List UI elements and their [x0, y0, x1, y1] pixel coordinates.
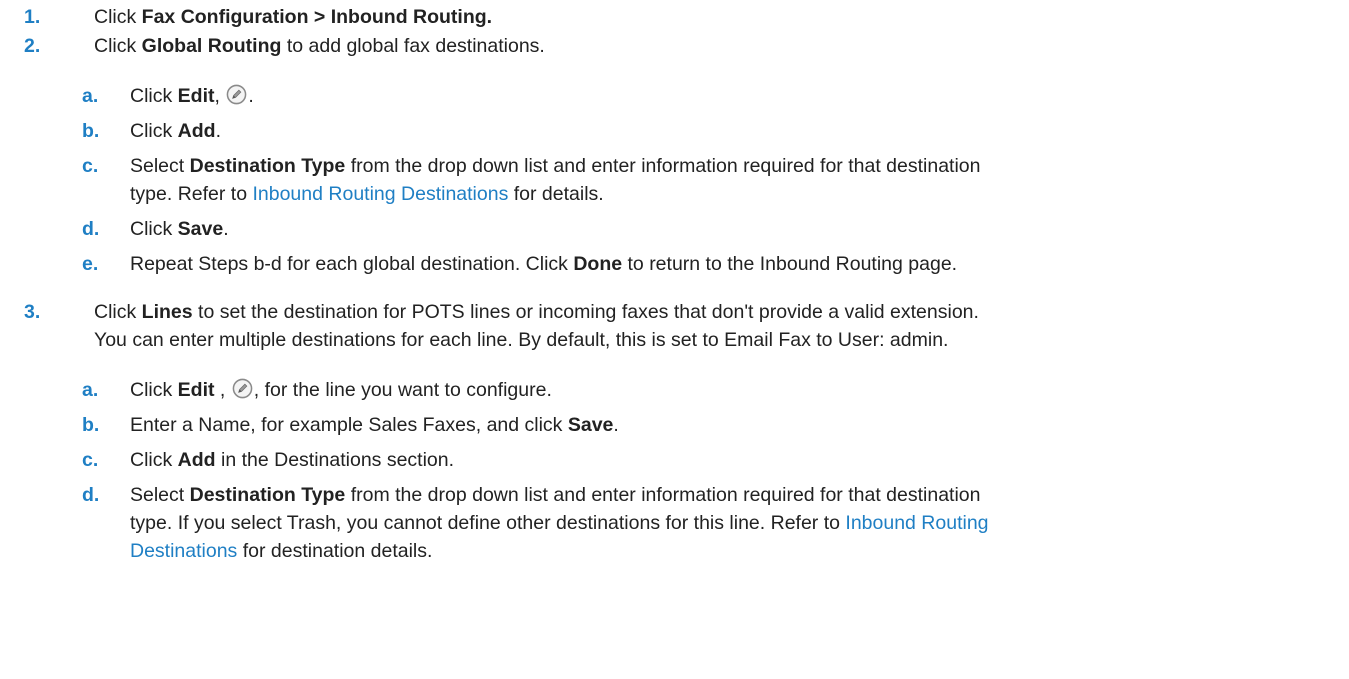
substep-letter: a.: [82, 379, 99, 401]
substep-text: Click Add in the Destinations section.: [130, 449, 455, 471]
substep-text: Select Destination Type from the drop do…: [130, 155, 981, 205]
step-3: 3. Click Lines to set the destination fo…: [0, 298, 1349, 354]
substep-3a: a. Click Edit , , for the line you want …: [0, 376, 1349, 404]
substep-letter: d.: [82, 484, 100, 506]
substep-2e: e. Repeat Steps b-d for each global dest…: [0, 250, 1349, 278]
substep-text: Click Edit , , for the line you want to …: [130, 378, 552, 401]
substep-3d: d. Select Destination Type from the drop…: [0, 481, 1349, 565]
menu-path: Fax Configuration > Inbound Routing.: [141, 6, 493, 28]
substep-letter: e.: [82, 253, 99, 275]
substep-2d: d. Click Save.: [0, 215, 1349, 243]
substep-letter: c.: [82, 155, 99, 177]
step-text: Click Global Routing to add global fax d…: [94, 35, 545, 57]
substep-3c: c. Click Add in the Destinations section…: [0, 446, 1349, 474]
substep-text: Enter a Name, for example Sales Faxes, a…: [130, 414, 619, 436]
step-number: 2.: [24, 35, 41, 57]
substep-text: Click Edit, .: [130, 84, 254, 107]
step-1: 1. Click Fax Configuration > Inbound Rou…: [0, 3, 1349, 31]
substep-2c: c. Select Destination Type from the drop…: [0, 152, 1349, 208]
edit-icon: [232, 378, 253, 399]
step-number: 3.: [24, 301, 41, 323]
step-text: Click Fax Configuration > Inbound Routin…: [94, 6, 493, 28]
substep-letter: b.: [82, 414, 100, 436]
step-2: 2. Click Global Routing to add global fa…: [0, 32, 1349, 60]
substep-2a: a. Click Edit, .: [0, 82, 1349, 110]
step-text: Click Lines to set the destination for P…: [94, 301, 979, 351]
substep-text: Select Destination Type from the drop do…: [130, 484, 989, 562]
inbound-routing-destinations-link[interactable]: Inbound Routing Destinations: [252, 183, 508, 205]
inbound-routing-destinations-link[interactable]: Inbound Routing: [845, 512, 988, 534]
substep-text: Click Save.: [130, 218, 229, 240]
substep-letter: d.: [82, 218, 100, 240]
substep-letter: a.: [82, 85, 99, 107]
substep-3b: b. Enter a Name, for example Sales Faxes…: [0, 411, 1349, 439]
substep-text: Click Add.: [130, 120, 221, 142]
edit-icon: [226, 84, 247, 105]
substep-letter: b.: [82, 120, 100, 142]
substep-letter: c.: [82, 449, 99, 471]
step-number: 1.: [24, 6, 41, 28]
substep-2b: b. Click Add.: [0, 117, 1349, 145]
inbound-routing-destinations-link-cont[interactable]: Destinations: [130, 540, 237, 562]
substep-text: Repeat Steps b-d for each global destina…: [130, 253, 958, 275]
instruction-document: 1. Click Fax Configuration > Inbound Rou…: [0, 0, 1349, 679]
